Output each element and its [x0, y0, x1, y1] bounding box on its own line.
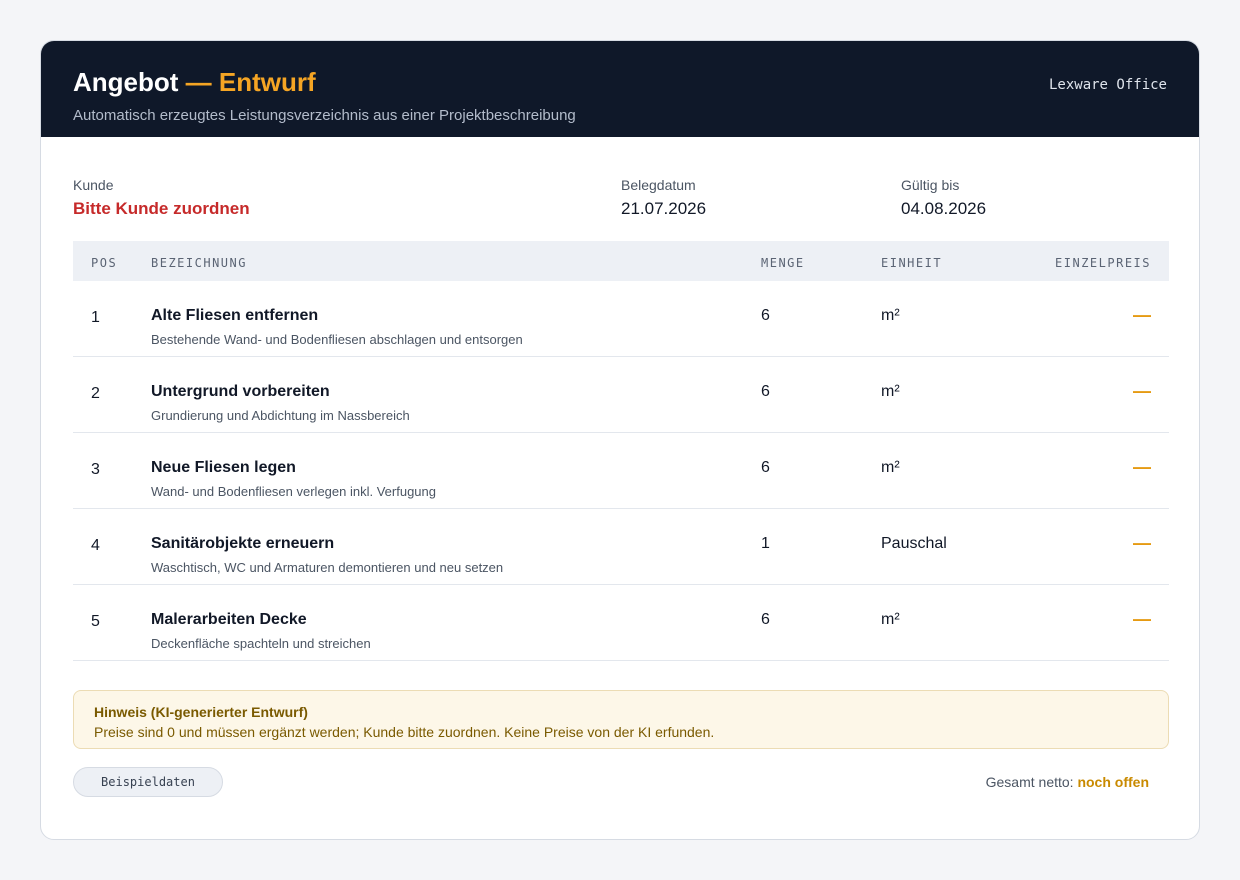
row-price-placeholder[interactable]: — [1133, 305, 1151, 326]
row-title: Sanitärobjekte erneuern [151, 535, 335, 552]
customer-label: Kunde [73, 177, 114, 193]
valid-until-value[interactable]: 04.08.2026 [901, 199, 986, 219]
row-unit: m² [881, 459, 900, 476]
table-row[interactable]: 2 Untergrund vorbereiten Grundierung und… [73, 357, 1169, 433]
table-row[interactable]: 5 Malerarbeiten Decke Deckenfläche spach… [73, 585, 1169, 661]
offer-card: Angebot — Entwurf Automatisch erzeugtes … [40, 40, 1200, 840]
row-description: Wand- und Bodenfliesen verlegen inkl. Ve… [151, 484, 436, 499]
row-unit: Pauschal [881, 535, 947, 552]
offer-header: Angebot — Entwurf Automatisch erzeugtes … [41, 41, 1199, 137]
row-quantity: 6 [761, 307, 770, 324]
row-price-placeholder[interactable]: — [1133, 457, 1151, 478]
notice-title: Hinweis (KI-generierter Entwurf) [94, 704, 308, 720]
row-quantity: 6 [761, 459, 770, 476]
row-quantity: 1 [761, 535, 770, 552]
brand-label: Lexware Office [1048, 77, 1167, 93]
row-pos: 5 [91, 613, 100, 630]
row-quantity: 6 [761, 383, 770, 400]
row-price-placeholder[interactable]: — [1133, 609, 1151, 630]
customer-block[interactable]: Kunde Bitte Kunde zuordnen [73, 177, 250, 219]
column-header-description: BEZEICHNUNG [151, 256, 247, 270]
row-unit: m² [881, 307, 900, 324]
document-date-block: Belegdatum 21.07.2026 [621, 177, 706, 219]
row-price-placeholder[interactable]: — [1133, 381, 1151, 402]
net-total: Gesamt netto: noch offen [986, 774, 1149, 790]
row-description: Grundierung und Abdichtung im Nassbereic… [151, 408, 410, 423]
row-description: Waschtisch, WC und Armaturen demontieren… [151, 560, 504, 575]
table-row[interactable]: 3 Neue Fliesen legen Wand- und Bodenflie… [73, 433, 1169, 509]
column-header-unit-price: EINZELPREIS [1055, 256, 1151, 270]
row-description: Deckenfläche spachteln und streichen [151, 636, 371, 651]
sample-data-badge[interactable]: Beispieldaten [73, 767, 223, 797]
document-meta: Kunde Bitte Kunde zuordnen Belegdatum 21… [41, 137, 1199, 241]
page-title: Angebot — Entwurf [73, 67, 1167, 97]
title-dash: — [185, 67, 212, 97]
row-pos: 3 [91, 461, 100, 478]
column-header-pos: POS [91, 256, 118, 270]
column-header-quantity: MENGE [761, 256, 805, 270]
row-title: Malerarbeiten Decke [151, 611, 307, 628]
row-unit: m² [881, 611, 900, 628]
column-header-unit: EINHEIT [881, 256, 943, 270]
notice-body: Preise sind 0 und müssen ergänzt werden;… [94, 724, 715, 740]
row-price-placeholder[interactable]: — [1133, 533, 1151, 554]
line-items-table: POS BEZEICHNUNG MENGE EINHEIT EINZELPREI… [73, 241, 1169, 661]
net-total-label: Gesamt netto: [985, 774, 1074, 790]
net-total-value: noch offen [1077, 774, 1149, 790]
row-pos: 4 [91, 537, 100, 554]
document-date-value[interactable]: 21.07.2026 [621, 199, 706, 219]
customer-assign-link[interactable]: Bitte Kunde zuordnen [73, 199, 250, 219]
row-unit: m² [881, 383, 900, 400]
table-row[interactable]: 1 Alte Fliesen entfernen Bestehende Wand… [73, 281, 1169, 357]
table-header: POS BEZEICHNUNG MENGE EINHEIT EINZELPREI… [73, 241, 1169, 281]
row-pos: 2 [91, 385, 100, 402]
row-title: Alte Fliesen entfernen [151, 307, 319, 324]
title-status: Entwurf [218, 67, 316, 97]
valid-until-block: Gültig bis 04.08.2026 [901, 177, 986, 219]
row-title: Untergrund vorbereiten [151, 383, 330, 400]
row-pos: 1 [91, 309, 100, 326]
row-description: Bestehende Wand- und Bodenfliesen abschl… [151, 332, 523, 347]
table-row[interactable]: 4 Sanitärobjekte erneuern Waschtisch, WC… [73, 509, 1169, 585]
title-main: Angebot [73, 67, 179, 97]
row-quantity: 6 [761, 611, 770, 628]
page-subtitle: Automatisch erzeugtes Leistungsverzeichn… [73, 107, 576, 124]
valid-until-label: Gültig bis [901, 177, 960, 193]
row-title: Neue Fliesen legen [151, 459, 296, 476]
document-date-label: Belegdatum [621, 177, 696, 193]
ai-draft-notice: Hinweis (KI-generierter Entwurf) Preise … [73, 690, 1169, 749]
